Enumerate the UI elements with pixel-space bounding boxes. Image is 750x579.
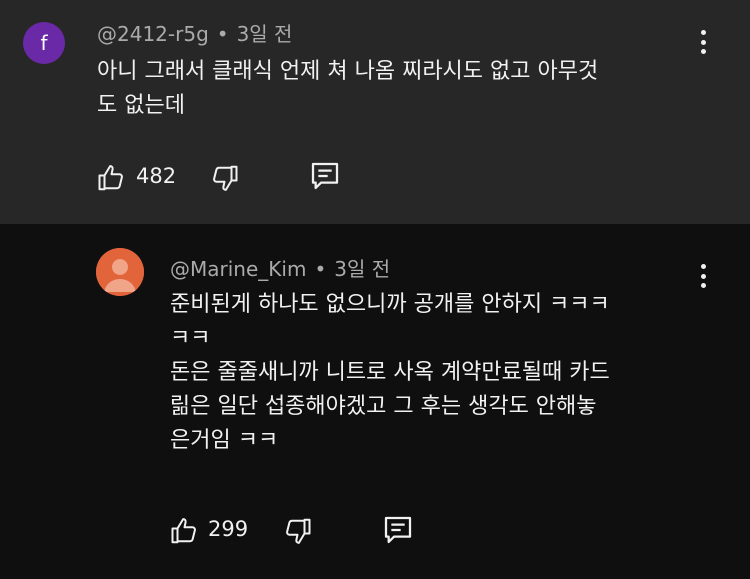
comment-text: 아니 그래서 클래식 언제 쳐 나옴 찌라시도 없고 아무것 도 없는데 bbox=[97, 55, 598, 123]
reply-icon[interactable] bbox=[382, 514, 414, 546]
comment-line: 아니 그래서 클래식 언제 쳐 나옴 찌라시도 없고 아무것 bbox=[97, 59, 599, 84]
author-name[interactable]: @Marine_Kim bbox=[170, 257, 306, 281]
comment-meta: @2412-r5g • 3일 전 bbox=[97, 18, 292, 47]
comment-text: 준비된게 하나도 없으니까 공개를 안하지 ㅋㅋㅋ ㅋㅋ 돈은 줄줄새니까 니트… bbox=[170, 288, 610, 458]
like-count: 482 bbox=[136, 164, 177, 188]
more-icon bbox=[700, 264, 706, 269]
more-icon bbox=[700, 30, 706, 35]
comment-line: 돈은 줄줄새니까 니트로 사옥 계약만료될때 카드 bbox=[170, 360, 610, 385]
dislike-icon[interactable] bbox=[282, 516, 312, 546]
more-options-button[interactable] bbox=[691, 258, 715, 294]
default-user-icon bbox=[96, 248, 144, 296]
comment-line: 은거임 ㅋㅋ bbox=[170, 428, 279, 453]
timestamp[interactable]: 3일 전 bbox=[334, 257, 390, 281]
author-name[interactable]: @2412-r5g bbox=[97, 22, 209, 46]
comment-line: 릶은 일단 섭종해야겠고 그 후는 생각도 안해놓 bbox=[170, 394, 597, 419]
dislike-icon[interactable] bbox=[209, 163, 239, 193]
like-icon[interactable] bbox=[97, 163, 127, 193]
meta-separator: • bbox=[216, 22, 229, 46]
reply-icon[interactable] bbox=[309, 160, 341, 192]
comment-line: 준비된게 하나도 없으니까 공개를 안하지 ㅋㅋㅋ bbox=[170, 292, 610, 317]
more-options-button[interactable] bbox=[691, 24, 715, 60]
comment-card: f @2412-r5g • 3일 전 아니 그래서 클래식 언제 쳐 나옴 찌라시도… bbox=[0, 0, 750, 224]
comment-line: ㅋㅋ bbox=[170, 326, 211, 351]
like-icon[interactable] bbox=[170, 516, 200, 546]
timestamp[interactable]: 3일 전 bbox=[237, 22, 293, 46]
comment-meta: @Marine_Kim • 3일 전 bbox=[170, 253, 390, 282]
avatar-letter: f bbox=[40, 31, 48, 55]
meta-separator: • bbox=[314, 257, 327, 281]
avatar[interactable]: f bbox=[23, 22, 65, 64]
like-count: 299 bbox=[208, 517, 249, 541]
comment-line: 도 없는데 bbox=[97, 93, 185, 118]
avatar[interactable] bbox=[96, 248, 144, 296]
